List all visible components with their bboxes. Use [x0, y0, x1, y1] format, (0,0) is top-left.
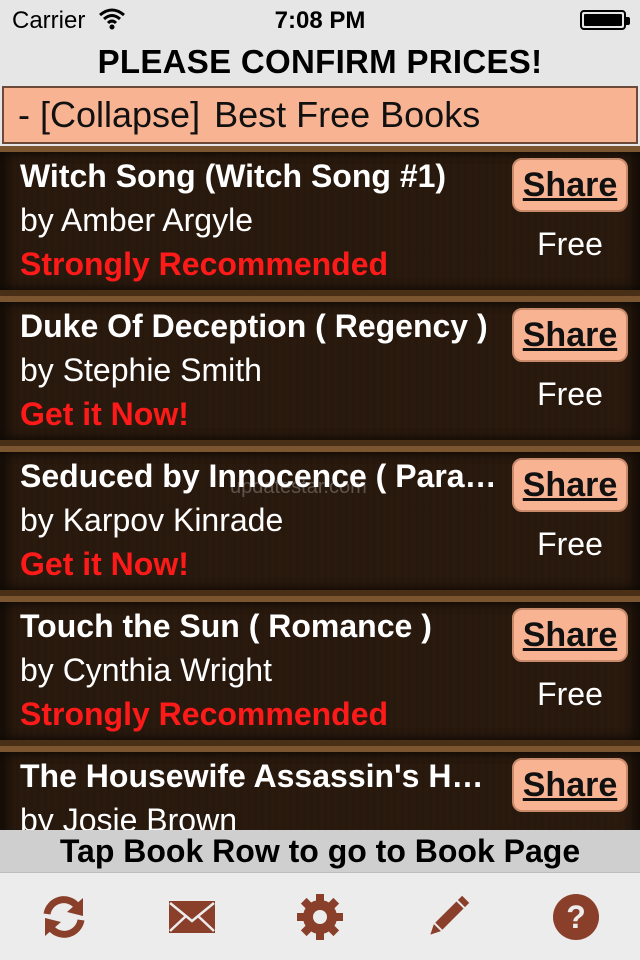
refresh-button[interactable]	[0, 873, 128, 960]
recommendation-label: Get it Now!	[20, 546, 189, 582]
book-author: by Cynthia Wright	[20, 652, 272, 688]
mail-icon	[169, 901, 215, 933]
refresh-icon	[43, 896, 85, 938]
help-button[interactable]: ?	[512, 873, 640, 960]
settings-gear-icon	[297, 894, 343, 940]
svg-text:?: ?	[566, 899, 586, 935]
book-price: Free	[537, 526, 603, 562]
tap-hint: Tap Book Row to go to Book Page	[0, 830, 640, 872]
book-list[interactable]: Witch Song (Witch Song #1) by Amber Argy…	[0, 146, 640, 830]
recommendation-label: Strongly Recommended	[20, 696, 389, 732]
book-title: Witch Song (Witch Song #1)	[20, 158, 447, 194]
help-icon: ?	[553, 894, 599, 940]
book-price: Free	[537, 226, 603, 262]
book-row[interactable]: Seduced by Innocence ( Paranormal ) by K…	[0, 446, 640, 596]
pencil-icon	[430, 895, 470, 935]
status-bar: Carrier 7:08 PM	[0, 0, 640, 40]
share-button[interactable]: Share	[512, 458, 628, 512]
confirm-prices-banner: PLEASE CONFIRM PRICES!	[97, 43, 543, 80]
recommendation-label: Strongly Recommended	[20, 246, 389, 282]
recommendation-label: Get it Now!	[20, 396, 189, 432]
book-author: by Josie Brown	[20, 802, 237, 830]
book-author: by Amber Argyle	[20, 202, 253, 238]
book-row[interactable]: Witch Song (Witch Song #1) by Amber Argy…	[0, 146, 640, 296]
book-title: Seduced by Innocence ( Paranormal )	[20, 458, 500, 494]
share-button[interactable]: Share	[512, 308, 628, 362]
book-price: Free	[537, 676, 603, 712]
book-row[interactable]: The Housewife Assassin's Handbook by Jos…	[0, 746, 640, 830]
email-button[interactable]	[128, 873, 256, 960]
status-time: 7:08 PM	[274, 7, 366, 34]
settings-button[interactable]	[256, 873, 384, 960]
edit-button[interactable]	[384, 873, 512, 960]
book-title: The Housewife Assassin's Handbook	[20, 758, 500, 794]
book-row[interactable]: Duke Of Deception ( Regency ) by Stephie…	[0, 296, 640, 446]
book-author: by Stephie Smith	[20, 352, 262, 388]
book-row[interactable]: Touch the Sun ( Romance ) by Cynthia Wri…	[0, 596, 640, 746]
battery-icon	[580, 10, 630, 30]
share-button[interactable]: Share	[512, 158, 628, 212]
collapse-toggle[interactable]: - [Collapse]	[18, 94, 200, 135]
section-header-best-free-books[interactable]: - [Collapse] Best Free Books	[2, 86, 638, 144]
book-price: Free	[537, 376, 603, 412]
share-button[interactable]: Share	[512, 758, 628, 812]
section-title: Best Free Books	[214, 94, 481, 135]
tab-bar: ?	[0, 872, 640, 960]
share-button[interactable]: Share	[512, 608, 628, 662]
book-title: Duke Of Deception ( Regency )	[20, 308, 488, 344]
book-title: Touch the Sun ( Romance )	[20, 608, 432, 644]
book-author: by Karpov Kinrade	[20, 502, 284, 538]
